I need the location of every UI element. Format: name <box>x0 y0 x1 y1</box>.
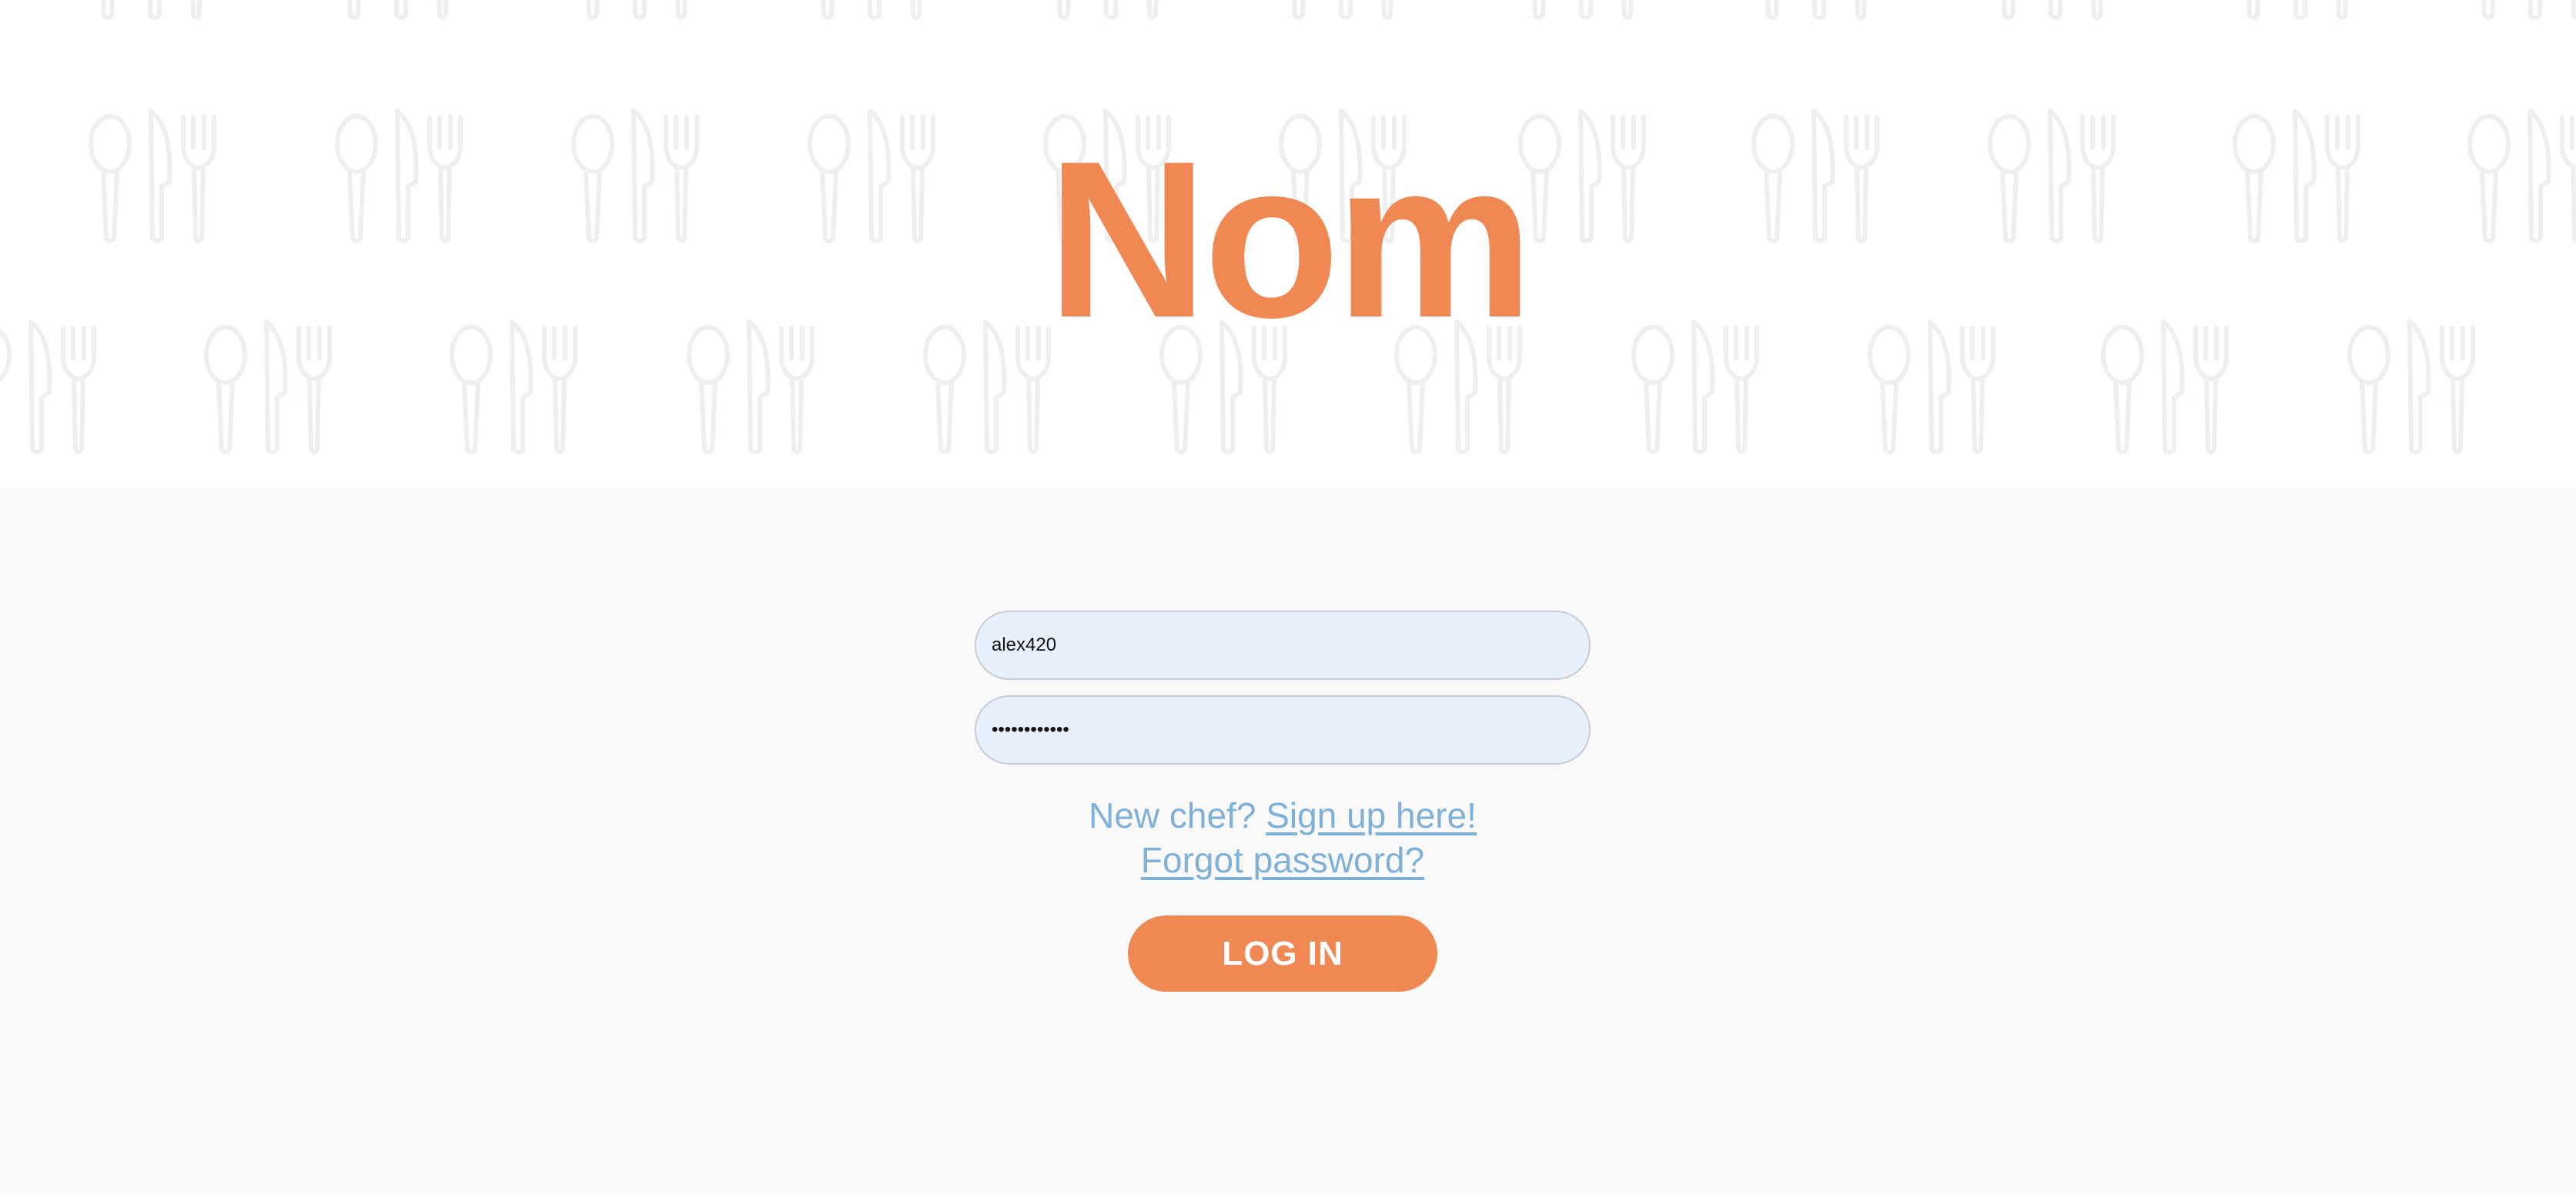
forgot-password-link[interactable]: Forgot password? <box>1141 840 1424 880</box>
login-form <box>975 611 1591 765</box>
forgot-line: Forgot password? <box>821 838 1745 882</box>
password-input[interactable] <box>975 695 1591 765</box>
hero-banner: Nom <box>0 0 2576 488</box>
new-chef-text: New chef? <box>1089 795 1256 835</box>
cutlery-row-top <box>89 0 2576 18</box>
auth-links: New chef? Sign up here! Forgot password? <box>821 793 1745 882</box>
app-logo: Nom <box>1046 115 1534 364</box>
signup-link[interactable]: Sign up here! <box>1266 795 1477 835</box>
username-input[interactable] <box>975 611 1591 680</box>
signup-line: New chef? Sign up here! <box>821 793 1745 838</box>
login-button[interactable]: LOG IN <box>1128 915 1437 992</box>
